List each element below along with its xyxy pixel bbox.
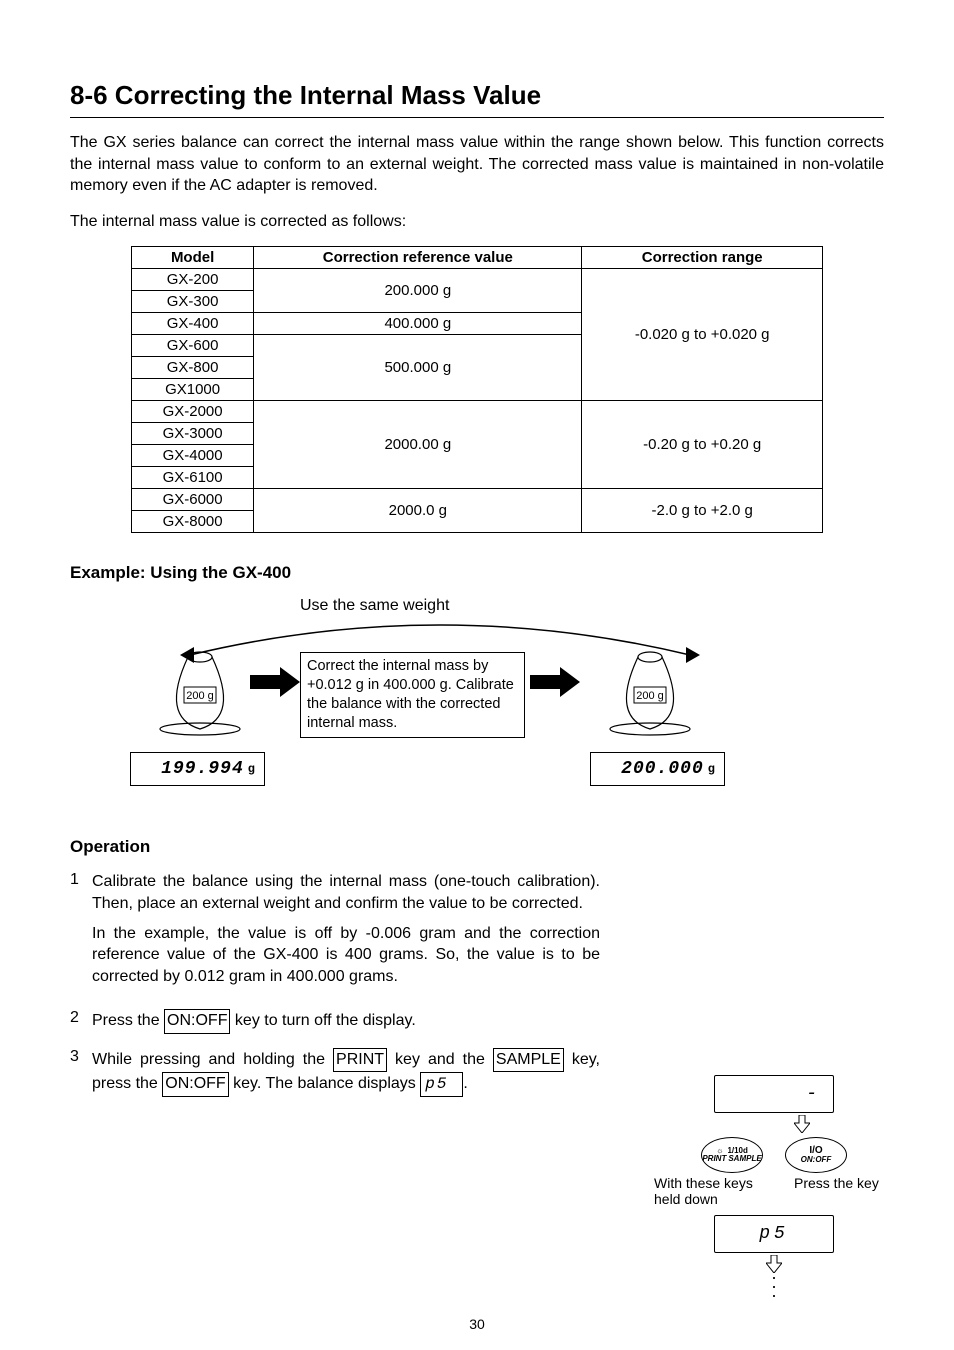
weight-label: 200 g [636, 690, 664, 702]
display-unit: g [708, 762, 716, 776]
diagram-caption: Use the same weight [300, 597, 449, 615]
key-onoff: ON:OFF [162, 1072, 228, 1096]
key-sample: SAMPLE [493, 1048, 564, 1072]
onoff-button[interactable]: I/O ON:OFF [785, 1137, 847, 1173]
table-row: GX-6000 2000.0 g -2.0 g to +2.0 g [132, 489, 823, 511]
cell-range: -0.020 g to +0.020 g [582, 269, 823, 401]
table-header-row: Model Correction reference value Correct… [132, 247, 823, 269]
step-text: While pressing and holding the [92, 1051, 333, 1068]
operation-heading: Operation [70, 837, 884, 857]
correction-table: Model Correction reference value Correct… [131, 246, 823, 533]
key-onoff: ON:OFF [164, 1009, 230, 1033]
down-arrow-icon [794, 1115, 810, 1133]
step-text: Calibrate the balance using the internal… [92, 871, 600, 914]
continuation-dots: ··· [654, 1273, 894, 1300]
display-inline: p5 [420, 1072, 463, 1096]
cell-model: GX-800 [132, 357, 254, 379]
cell-model: GX-4000 [132, 445, 254, 467]
operation-step-1: 1 Calibrate the balance using the intern… [70, 871, 600, 995]
cell-ref: 500.000 g [254, 335, 582, 401]
example-diagram: Use the same weight 200 g Correct the in… [100, 597, 800, 807]
cell-model: GX-600 [132, 335, 254, 357]
display-left: 199.994 g [130, 752, 265, 786]
table-row: GX-200 200.000 g -0.020 g to +0.020 g [132, 269, 823, 291]
col-range: Correction range [582, 247, 823, 269]
display-value: 200.000 [621, 759, 704, 779]
cell-model: GX-300 [132, 291, 254, 313]
cell-range: -0.20 g to +0.20 g [582, 401, 823, 489]
weight-label: 200 g [186, 690, 214, 702]
weight-icon-right: 200 g [600, 647, 700, 737]
caption-left: With these keys held down [654, 1175, 774, 1207]
cell-ref: 2000.00 g [254, 401, 582, 489]
display-unit: g [248, 762, 256, 776]
operation-step-3: 3 While pressing and holding the PRINT k… [70, 1048, 600, 1097]
arrow-icon [250, 667, 300, 697]
cell-ref: 200.000 g [254, 269, 582, 313]
btn-label: ON:OFF [801, 1156, 832, 1164]
cell-model: GX-3000 [132, 423, 254, 445]
display-right: 200.000 g [590, 752, 725, 786]
instruction-box: Correct the internal mass by +0.012 g in… [300, 652, 525, 737]
step-text: . [463, 1075, 467, 1092]
section-title: 8-6 Correcting the Internal Mass Value [70, 80, 884, 111]
cell-model: GX-400 [132, 313, 254, 335]
cell-model: GX1000 [132, 379, 254, 401]
step-text: key to turn off the display. [230, 1012, 415, 1029]
step-number: 1 [70, 871, 92, 995]
table-intro: The internal mass value is corrected as … [70, 211, 884, 233]
step-text: key. The balance displays [229, 1075, 421, 1092]
arrow-icon [530, 667, 580, 697]
col-model: Model [132, 247, 254, 269]
lcd-bottom: p5 [714, 1215, 834, 1253]
page-number: 30 [0, 1316, 954, 1332]
example-heading: Example: Using the GX-400 [70, 563, 884, 583]
weight-icon-left: 200 g [150, 647, 250, 737]
cell-ref: 400.000 g [254, 313, 582, 335]
cell-model: GX-6000 [132, 489, 254, 511]
key-print: PRINT [333, 1048, 387, 1072]
print-sample-button[interactable]: ☼ 1/10d PRINT SAMPLE [701, 1137, 763, 1173]
btn-label: SAMPLE [728, 1155, 761, 1163]
btn-label: PRINT [702, 1155, 726, 1163]
cell-model: GX-6100 [132, 467, 254, 489]
operation-step-2: 2 Press the ON:OFF key to turn off the d… [70, 1009, 600, 1033]
cell-model: GX-200 [132, 269, 254, 291]
key-diagram-panel: - ☼ 1/10d PRINT SAMPLE I/O ON:OFF Wi [654, 1075, 894, 1300]
cell-model: GX-8000 [132, 511, 254, 533]
intro-paragraph: The GX series balance can correct the in… [70, 132, 884, 197]
lcd-top: - [714, 1075, 834, 1113]
caption-right: Press the key [794, 1175, 894, 1207]
cell-ref: 2000.0 g [254, 489, 582, 533]
operation-list: 1 Calibrate the balance using the intern… [70, 871, 600, 1096]
cell-model: GX-2000 [132, 401, 254, 423]
step-text: In the example, the value is off by -0.0… [92, 923, 600, 988]
step-number: 3 [70, 1048, 92, 1097]
step-text: Press the [92, 1012, 164, 1029]
col-ref: Correction reference value [254, 247, 582, 269]
table-row: GX-2000 2000.00 g -0.20 g to +0.20 g [132, 401, 823, 423]
cell-range: -2.0 g to +2.0 g [582, 489, 823, 533]
step-text: key and the [387, 1051, 493, 1068]
section-rule [70, 117, 884, 118]
display-value: 199.994 [161, 759, 244, 779]
step-number: 2 [70, 1009, 92, 1033]
